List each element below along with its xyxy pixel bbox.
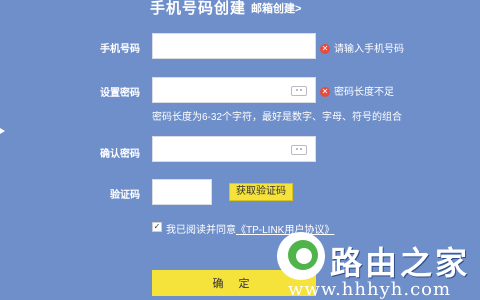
watermark-url: www.hhhyh.com [288,279,452,300]
confirm-password-label: 确认密码 [100,149,140,160]
password-hint: 密码长度为6-32个字符，最好是数字、字母、符号的组合 [152,112,403,123]
phone-error-text: 请输入手机号码 [334,44,404,55]
agree-checkbox[interactable]: ✓ [152,222,162,232]
user-agreement-link[interactable]: 《TP-LINK用户协议》 [236,225,334,236]
password-label: 设置密码 [100,88,140,99]
keyboard-icon[interactable] [291,145,307,155]
phone-error: ✕ 请输入手机号码 [320,40,404,55]
get-captcha-button[interactable]: 获取验证码 [229,183,293,201]
error-icon: ✕ [320,87,330,98]
captcha-input[interactable] [152,179,212,205]
password-error: ✕ 密码长度不足 [320,83,394,98]
watermark-logo-core [296,248,312,264]
password-input[interactable] [152,77,316,103]
email-create-link[interactable]: 邮箱创建> [251,0,301,16]
phone-label: 手机号码 [100,44,140,55]
left-arrow-icon [0,128,5,134]
agreement-prefix: 我已阅读并同意 [166,225,236,236]
watermark-brand: 路由之家 [330,244,471,282]
phone-input[interactable] [152,33,316,59]
keyboard-icon[interactable] [291,86,307,96]
password-error-text: 密码长度不足 [334,87,394,98]
captcha-label: 验证码 [110,190,140,201]
page-title: 手机号码创建 [150,0,247,17]
confirm-password-input[interactable] [152,136,316,162]
error-icon: ✕ [320,44,330,55]
